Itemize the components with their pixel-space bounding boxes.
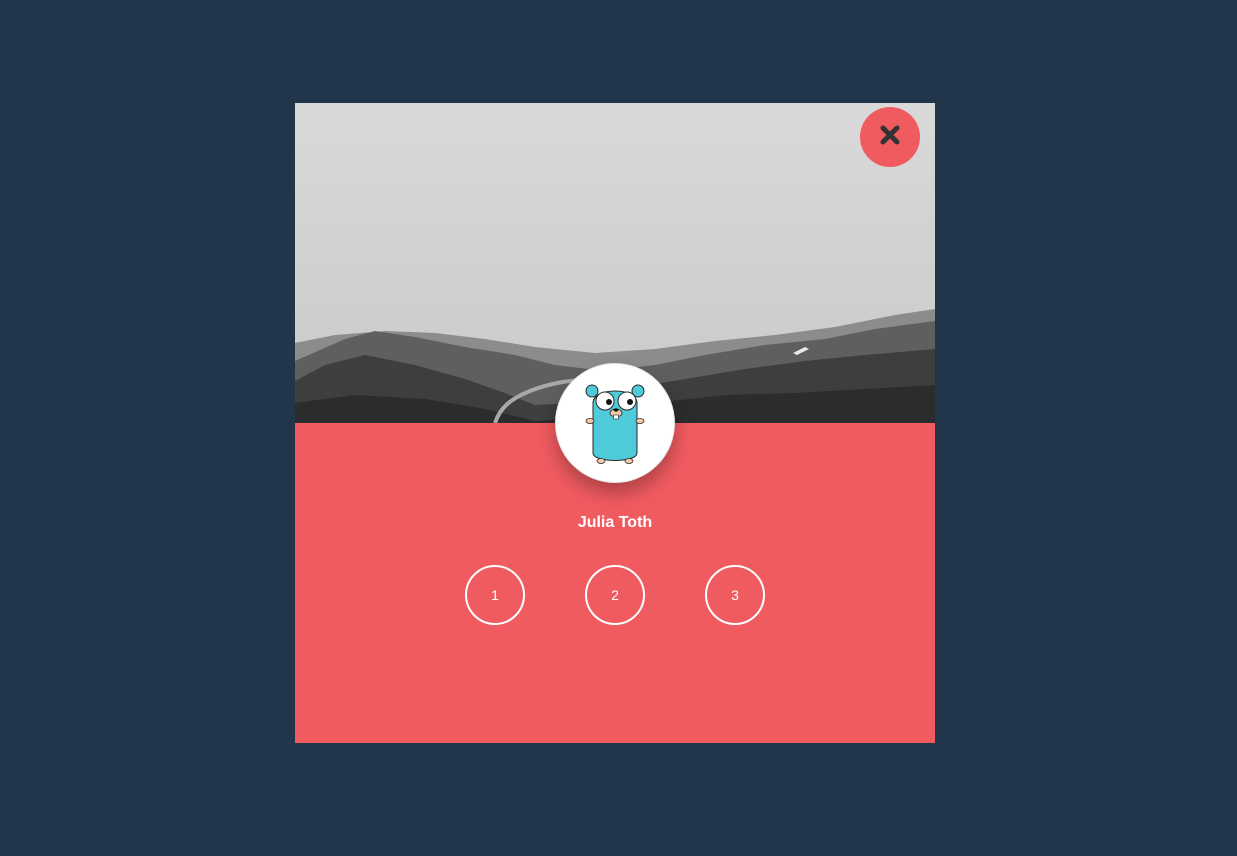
step-button-2[interactable]: 2 bbox=[585, 565, 645, 625]
gopher-mascot-icon bbox=[585, 384, 645, 464]
profile-name: Julia Toth bbox=[577, 514, 653, 531]
step-button-1[interactable]: 1 bbox=[465, 565, 525, 625]
profile-card: Julia Toth 1 2 3 bbox=[295, 103, 935, 743]
step-selector: 1 2 3 bbox=[465, 565, 765, 625]
step-button-3[interactable]: 3 bbox=[705, 565, 765, 625]
close-icon bbox=[879, 124, 901, 151]
close-button[interactable] bbox=[860, 107, 920, 167]
avatar bbox=[555, 363, 675, 483]
